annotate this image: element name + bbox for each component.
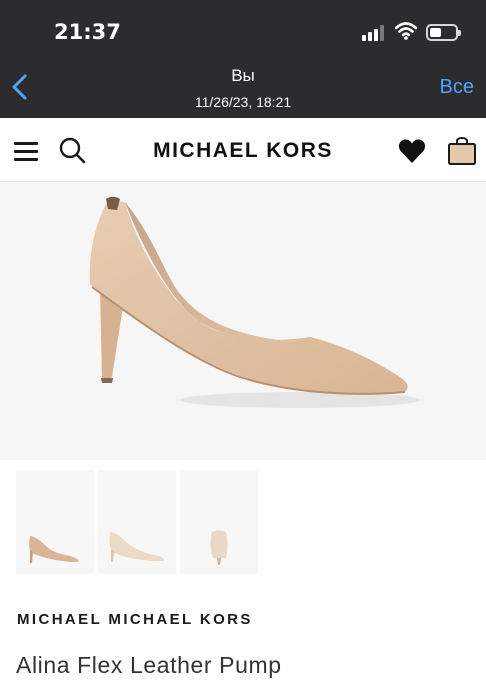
bag-icon[interactable] [447, 134, 477, 166]
pump-shoe-image [89, 196, 420, 408]
viewer-header: 21:37 Вы 11/26/23, 18:21 Все [0, 0, 486, 118]
thumbnail-rear-view[interactable] [180, 470, 258, 574]
store-header: MICHAEL KORS [0, 118, 486, 182]
wifi-icon [395, 22, 417, 40]
heart-icon[interactable] [398, 138, 426, 164]
battery-icon [426, 24, 461, 41]
viewer-sender: Вы [231, 66, 255, 85]
all-photos-button[interactable]: Все [440, 76, 474, 99]
product-name: Alina Flex Leather Pump [16, 652, 282, 678]
thumbnail-side-view[interactable] [16, 470, 94, 574]
viewer-date: 11/26/23, 18:21 [194, 94, 292, 110]
product-image[interactable] [0, 182, 486, 460]
cellular-signal-icon [362, 25, 388, 41]
thumbnail-angled-view[interactable] [98, 470, 176, 574]
product-brand: MICHAEL MICHAEL KORS [17, 611, 253, 628]
status-time: 21:37 [54, 20, 121, 44]
